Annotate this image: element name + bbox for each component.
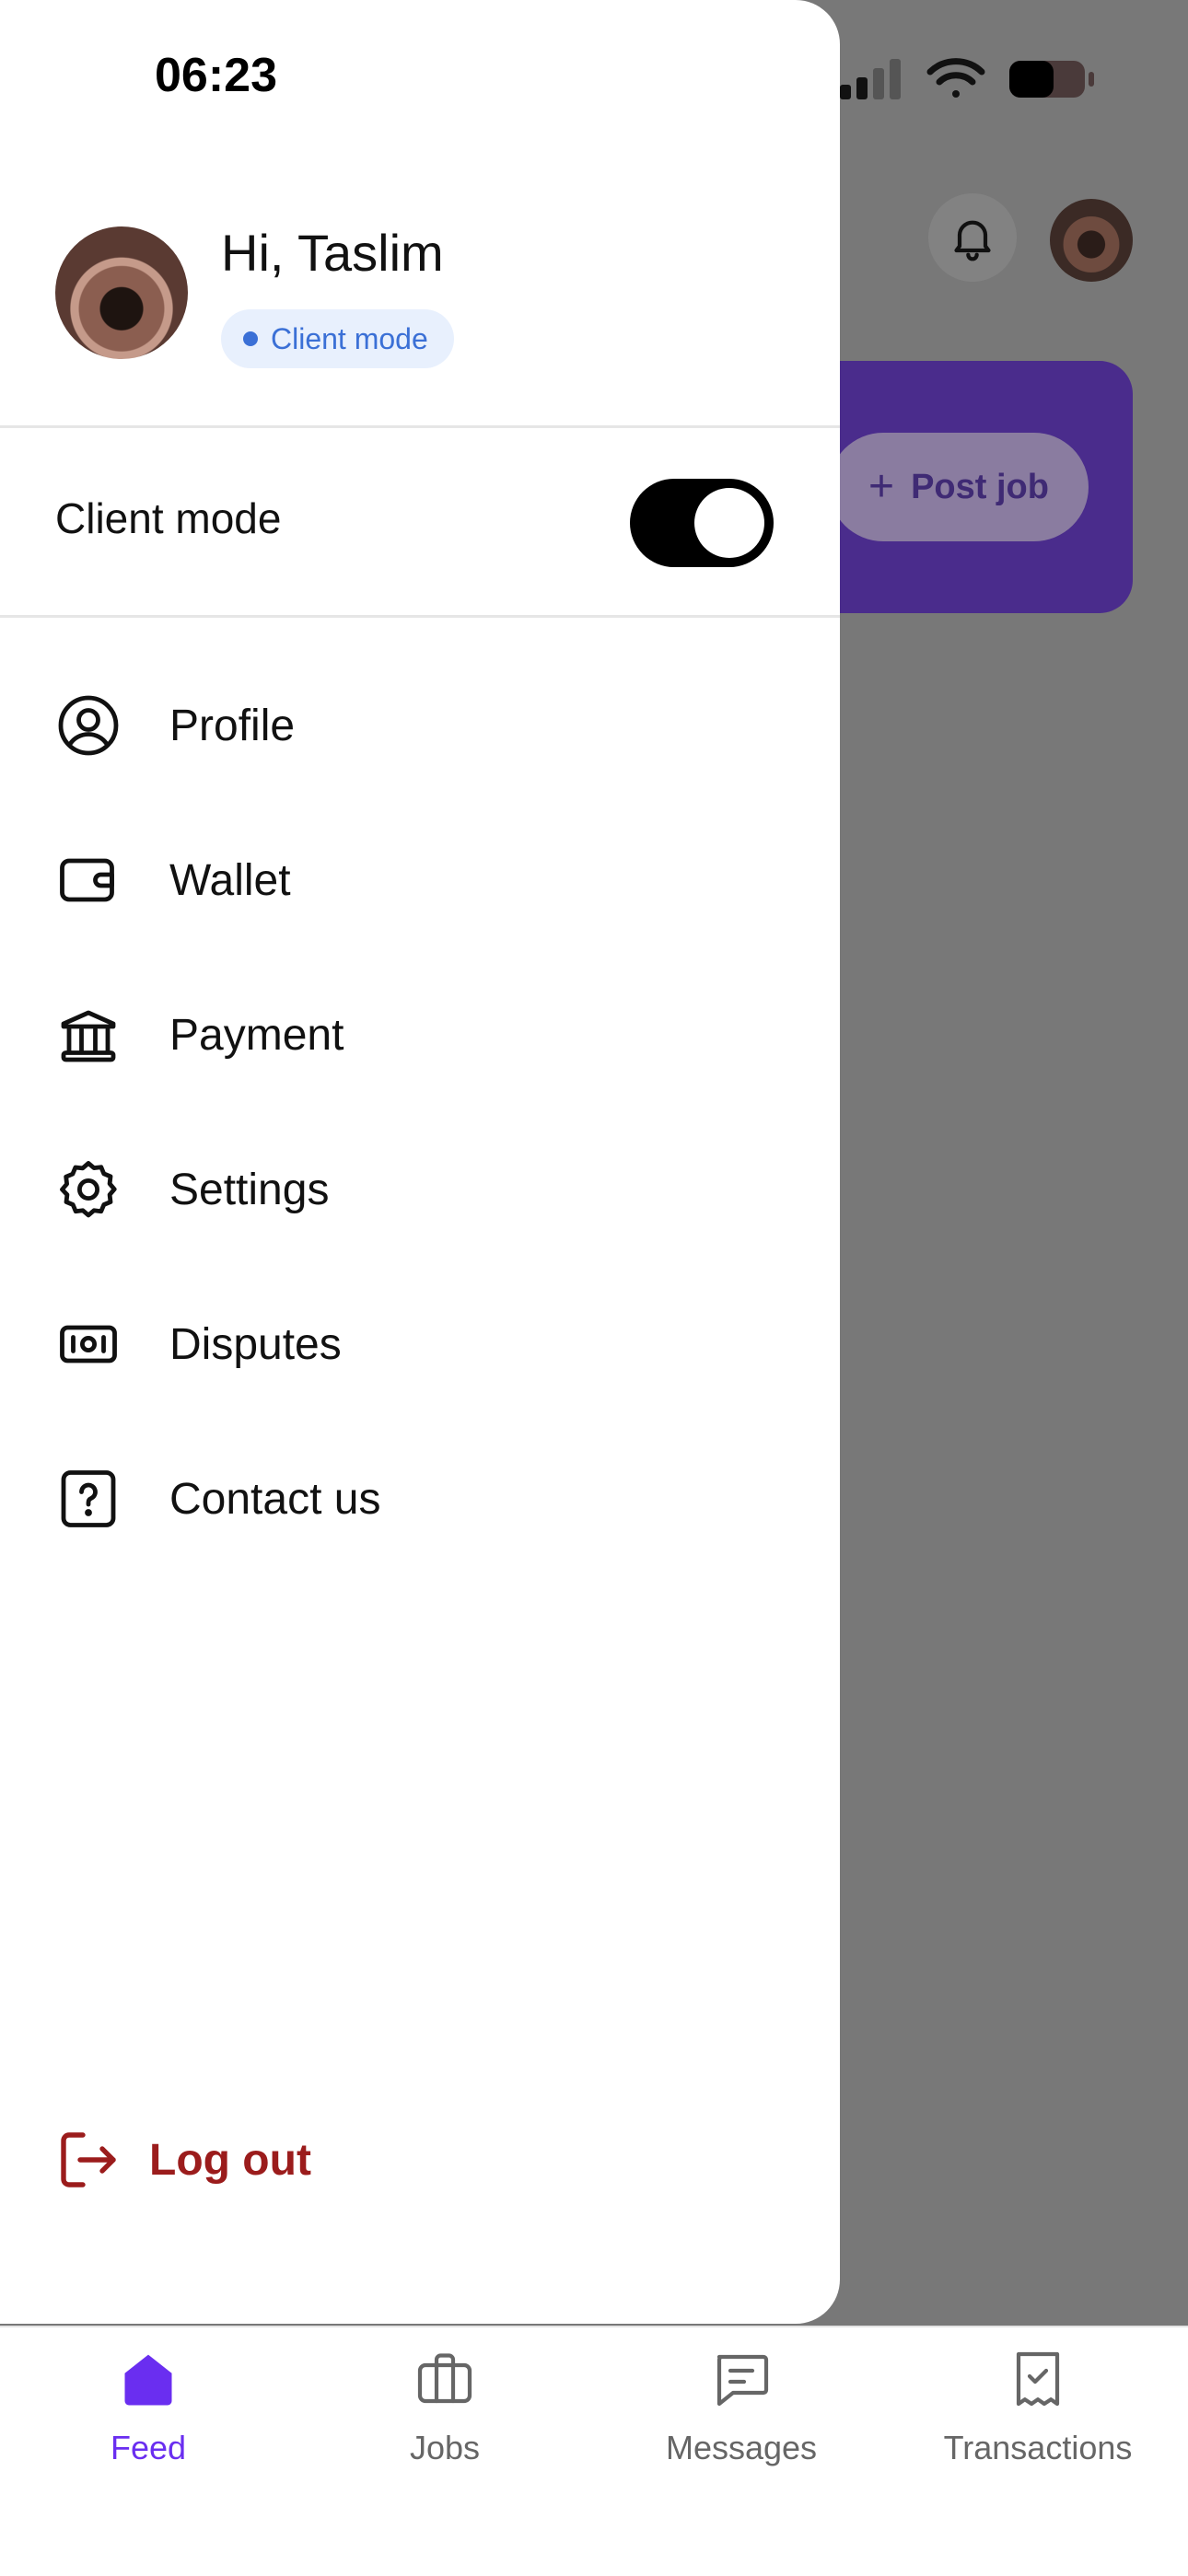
nav-item-messages[interactable]: Messages <box>593 2346 890 2467</box>
receipt-check-icon <box>1005 2346 1071 2416</box>
side-drawer: 06:23 Hi, Taslim Client mode Client mode… <box>0 0 840 2324</box>
divider <box>0 425 840 428</box>
bank-icon <box>55 1002 122 1068</box>
menu-item-wallet[interactable]: Wallet <box>55 825 774 935</box>
user-circle-icon <box>55 692 122 759</box>
menu-item-label: Profile <box>169 701 296 750</box>
nav-item-transactions[interactable]: Transactions <box>890 2346 1186 2467</box>
nav-label: Messages <box>665 2429 818 2466</box>
post-job-button[interactable]: + Post job <box>829 433 1089 541</box>
menu-item-contact-us[interactable]: Contact us <box>55 1444 774 1554</box>
banknote-icon <box>55 1311 122 1377</box>
status-time: 06:23 <box>155 49 277 102</box>
menu-item-label: Payment <box>169 1010 344 1060</box>
mode-badge-label: Client mode <box>271 321 428 355</box>
logout-icon <box>55 2127 122 2193</box>
logout-button[interactable]: Log out <box>55 2127 311 2193</box>
notification-bell-icon[interactable] <box>928 193 1017 282</box>
menu-item-label: Disputes <box>169 1319 342 1369</box>
status-dot-icon <box>243 331 258 346</box>
signal-icon <box>840 59 904 103</box>
menu-item-settings[interactable]: Settings <box>55 1134 774 1245</box>
mode-badge: Client mode <box>221 309 454 368</box>
menu-item-label: Settings <box>169 1165 330 1214</box>
question-square-icon <box>55 1466 122 1532</box>
wifi-icon <box>926 57 985 105</box>
nav-label: Feed <box>110 2429 187 2466</box>
menu-item-label: Contact us <box>169 1474 381 1524</box>
battery-icon <box>1007 57 1096 105</box>
gear-icon <box>55 1156 122 1223</box>
nav-item-jobs[interactable]: Jobs <box>297 2346 593 2467</box>
client-mode-toggle[interactable] <box>630 479 774 567</box>
status-icons <box>840 57 1096 105</box>
briefcase-icon <box>412 2346 478 2416</box>
post-job-label: Post job <box>911 467 1049 506</box>
plus-icon: + <box>868 462 895 511</box>
message-icon <box>708 2346 775 2416</box>
nav-label: Jobs <box>409 2429 481 2466</box>
user-avatar[interactable] <box>55 226 188 359</box>
wallet-icon <box>55 847 122 913</box>
menu-item-label: Wallet <box>169 855 291 905</box>
menu-item-profile[interactable]: Profile <box>55 670 774 781</box>
toggle-knob <box>694 488 764 558</box>
divider <box>0 615 840 618</box>
user-greeting: Hi, Taslim <box>221 224 444 282</box>
nav-item-feed[interactable]: Feed <box>0 2346 297 2467</box>
home-icon <box>115 2346 181 2416</box>
bottom-navigation: Feed Jobs Messages Transactions <box>0 2326 1188 2576</box>
nav-label: Transactions <box>943 2429 1133 2466</box>
logout-label: Log out <box>149 2135 311 2185</box>
menu-item-disputes[interactable]: Disputes <box>55 1289 774 1399</box>
header-avatar[interactable] <box>1050 199 1133 282</box>
menu-item-payment[interactable]: Payment <box>55 980 774 1090</box>
client-mode-label: Client mode <box>55 494 282 542</box>
